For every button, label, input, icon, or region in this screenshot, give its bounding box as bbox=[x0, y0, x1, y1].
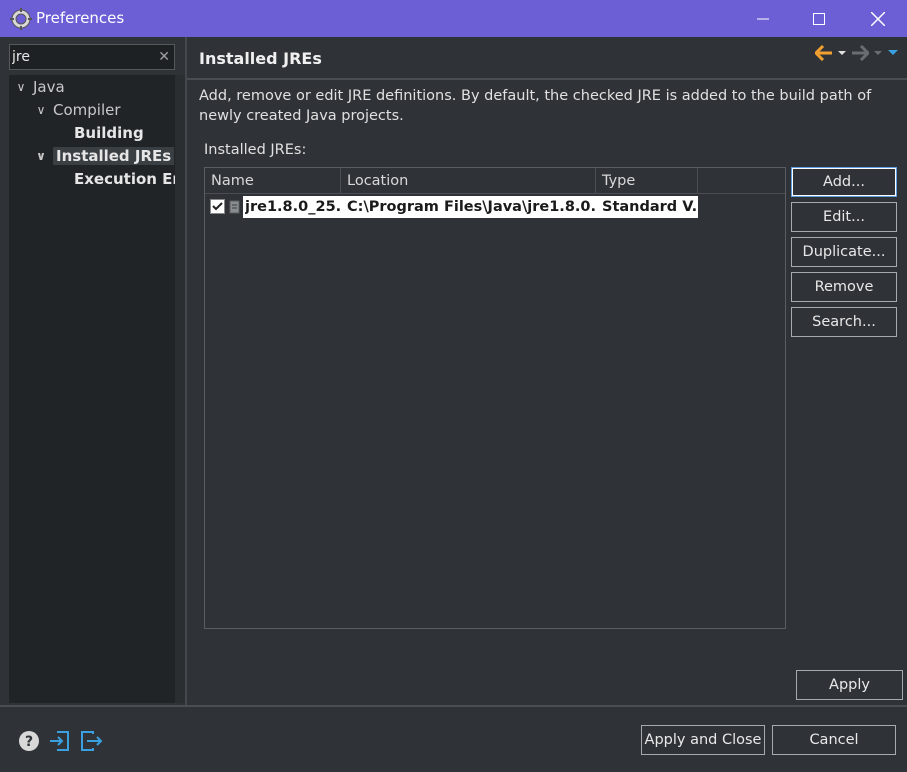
view-menu-icon[interactable] bbox=[887, 49, 899, 57]
preferences-gear-icon bbox=[10, 8, 32, 30]
edit-button[interactable]: Edit... bbox=[791, 202, 897, 232]
back-dropdown-icon[interactable] bbox=[837, 49, 847, 57]
column-header-location[interactable]: Location bbox=[341, 168, 596, 194]
preferences-sidebar: ✕ ∨ Java ∨ Compiler Building ∨ Installed… bbox=[0, 37, 186, 705]
chevron-down-icon[interactable]: ∨ bbox=[33, 103, 49, 117]
filter-input[interactable] bbox=[12, 47, 152, 67]
dialog-footer: ? Apply and Close Cancel bbox=[0, 707, 907, 772]
column-header-type[interactable]: Type bbox=[596, 168, 698, 194]
title-bar: Preferences bbox=[0, 0, 907, 37]
selected-row-cells: jre1.8.0_25... C:\Program Files\Java\jre… bbox=[243, 196, 698, 218]
filter-box: ✕ bbox=[9, 44, 175, 70]
tree-item-label: Execution Envi bbox=[74, 170, 175, 188]
page-navigation bbox=[815, 45, 899, 61]
back-arrow-icon[interactable] bbox=[815, 45, 833, 61]
export-icon[interactable] bbox=[79, 729, 103, 753]
cell-location: C:\Program Files\Java\jre1.8.0... bbox=[347, 199, 597, 215]
tree-item-label: Building bbox=[74, 124, 144, 142]
tree-item-installed-jres[interactable]: ∨ Installed JREs bbox=[33, 145, 175, 167]
remove-button[interactable]: Remove bbox=[791, 272, 897, 302]
maximize-icon bbox=[813, 12, 825, 25]
tree-item-label: Installed JREs bbox=[53, 147, 175, 165]
tree-item-compiler[interactable]: ∨ Compiler bbox=[33, 99, 121, 121]
preferences-tree: ∨ Java ∨ Compiler Building ∨ Installed J… bbox=[9, 75, 175, 703]
tree-item-label: Compiler bbox=[53, 101, 121, 119]
apply-and-close-button[interactable]: Apply and Close bbox=[641, 725, 765, 755]
help-icon[interactable]: ? bbox=[17, 729, 41, 753]
checkmark-icon bbox=[212, 202, 223, 211]
jre-table: Name Location Type jre1.8.0_25... C:\Pro… bbox=[204, 167, 786, 629]
cell-name: jre1.8.0_25... bbox=[245, 199, 341, 215]
jre-default-checkbox[interactable] bbox=[210, 199, 225, 214]
jre-library-icon bbox=[229, 200, 240, 214]
preference-page: Installed JREs Add, remove or edit JRE d… bbox=[187, 37, 907, 705]
chevron-down-icon[interactable]: ∨ bbox=[33, 149, 49, 163]
apply-button[interactable]: Apply bbox=[796, 670, 903, 700]
column-header-name[interactable]: Name bbox=[205, 168, 341, 194]
cancel-button[interactable]: Cancel bbox=[772, 725, 896, 755]
tree-item-execution-environments[interactable]: Execution Envi bbox=[74, 168, 175, 190]
close-icon bbox=[871, 11, 885, 26]
clear-filter-icon[interactable]: ✕ bbox=[158, 49, 170, 65]
svg-text:?: ? bbox=[25, 734, 33, 750]
close-button[interactable] bbox=[849, 0, 907, 37]
forward-arrow-icon[interactable] bbox=[851, 45, 869, 61]
tree-scrollbar[interactable] bbox=[175, 75, 185, 703]
tree-item-label: Java bbox=[33, 78, 65, 96]
chevron-down-icon[interactable]: ∨ bbox=[13, 80, 29, 94]
forward-dropdown-icon[interactable] bbox=[873, 49, 883, 57]
table-header: Name Location Type bbox=[205, 168, 785, 194]
search-button[interactable]: Search... bbox=[791, 307, 897, 337]
import-icon[interactable] bbox=[48, 729, 72, 753]
duplicate-button[interactable]: Duplicate... bbox=[791, 237, 897, 267]
cell-type: Standard V... bbox=[602, 199, 698, 215]
page-title: Installed JREs bbox=[199, 49, 322, 68]
window-title: Preferences bbox=[36, 9, 125, 27]
table-row[interactable]: jre1.8.0_25... C:\Program Files\Java\jre… bbox=[205, 196, 698, 218]
minimize-button[interactable] bbox=[734, 0, 792, 37]
title-separator bbox=[187, 78, 907, 80]
minimize-icon bbox=[757, 18, 769, 19]
add-button[interactable]: Add... bbox=[791, 167, 897, 197]
maximize-button[interactable] bbox=[790, 0, 848, 37]
installed-jres-label: Installed JREs: bbox=[204, 142, 307, 158]
page-description: Add, remove or edit JRE definitions. By … bbox=[199, 88, 872, 124]
tree-item-building[interactable]: Building bbox=[74, 122, 144, 144]
tree-item-java[interactable]: ∨ Java bbox=[13, 76, 65, 98]
